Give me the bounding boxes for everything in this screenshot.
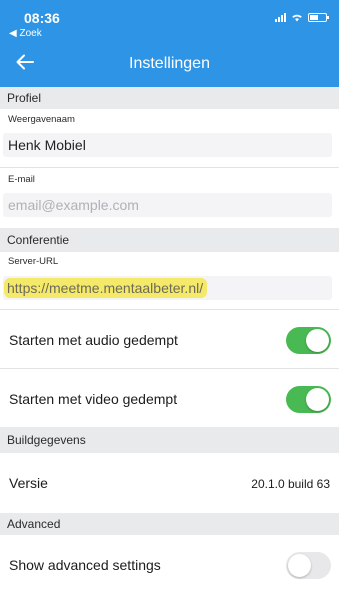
wifi-icon — [292, 14, 302, 22]
section-header-buildgegevens: Buildgegevens — [0, 427, 339, 453]
show-advanced-toggle[interactable] — [286, 552, 331, 579]
audio-muted-label: Starten met audio gedempt — [9, 332, 178, 348]
server-url-value: https://meetme.mentaalbeter.nl/ — [4, 278, 208, 298]
toggle-knob — [306, 388, 329, 411]
section-header-profiel: Profiel — [0, 87, 339, 109]
app-header: 08:36 ◀ Zoek Instellingen — [0, 0, 339, 87]
divider — [0, 368, 339, 369]
server-url-field[interactable]: https://meetme.mentaalbeter.nl/ — [3, 276, 332, 300]
signal-icon — [275, 13, 286, 22]
divider — [0, 167, 339, 168]
show-advanced-label: Show advanced settings — [9, 557, 161, 573]
email-label: E-mail — [8, 174, 35, 185]
toggle-knob — [288, 554, 311, 577]
email-field[interactable]: email@example.com — [3, 193, 332, 217]
page-title: Instellingen — [129, 55, 210, 72]
status-icons — [275, 13, 329, 22]
display-name-label: Weergavenaam — [8, 114, 75, 125]
video-muted-toggle[interactable] — [286, 386, 331, 413]
status-time: 08:36 — [24, 10, 60, 26]
divider — [0, 309, 339, 310]
toggle-knob — [306, 329, 329, 352]
section-header-advanced: Advanced — [0, 513, 339, 535]
display-name-field[interactable]: Henk Mobiel — [3, 133, 332, 157]
back-to-app-link[interactable]: ◀ Zoek — [9, 28, 42, 39]
battery-icon — [308, 13, 329, 22]
video-muted-label: Starten met video gedempt — [9, 391, 178, 407]
version-label: Versie — [9, 475, 48, 491]
audio-muted-toggle[interactable] — [286, 327, 331, 354]
version-value: 20.1.0 build 63 — [251, 477, 330, 491]
section-header-conferentie: Conferentie — [0, 228, 339, 252]
server-url-label: Server-URL — [8, 256, 59, 267]
